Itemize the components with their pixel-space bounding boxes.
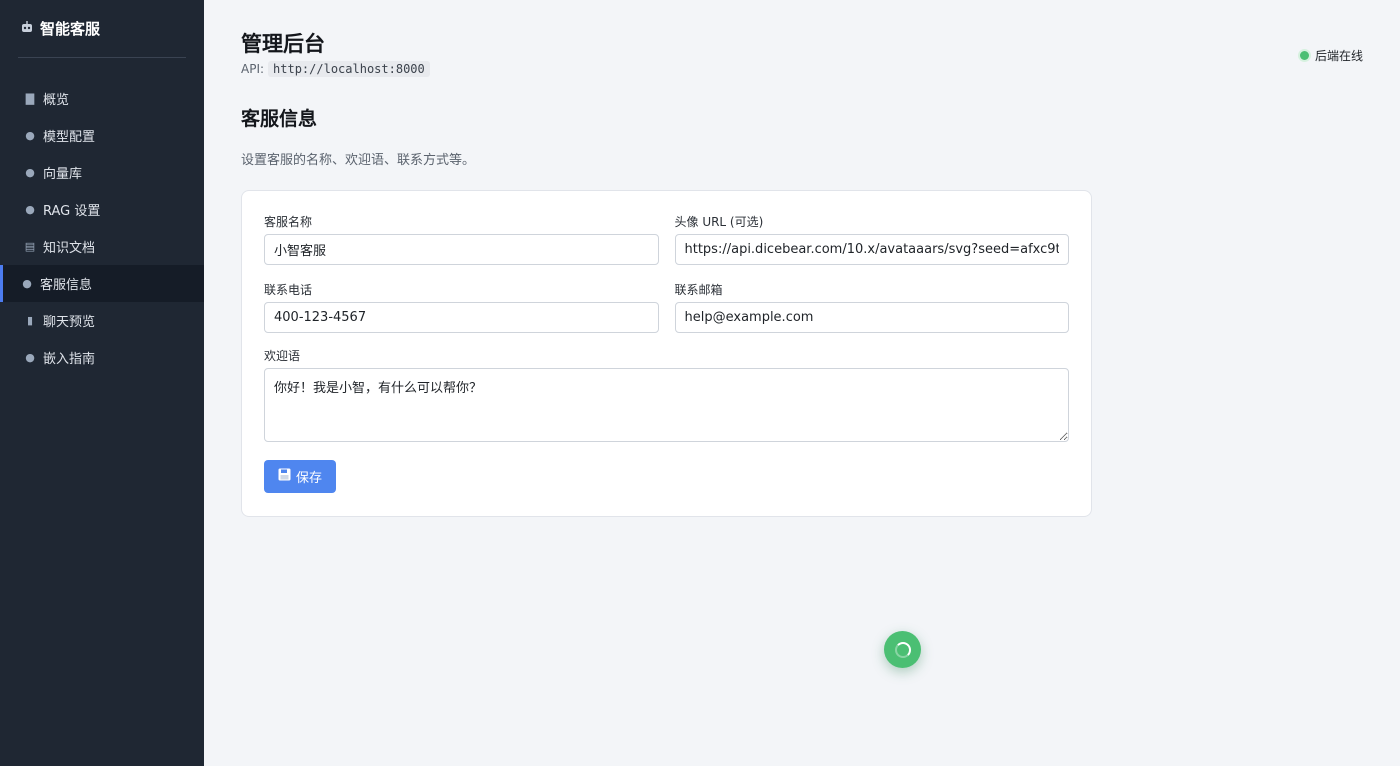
save-button-label: 保存 xyxy=(296,471,323,487)
phone-input[interactable] xyxy=(264,302,659,334)
api-label: API: xyxy=(241,62,265,77)
save-button[interactable]: 保存 xyxy=(264,460,337,494)
section-description: 设置客服的名称、欢迎语、联系方式等。 xyxy=(241,153,476,169)
api-url: http://localhost:8000 xyxy=(268,61,430,78)
avatar-url-label: 头像 URL (可选) xyxy=(674,215,764,230)
document-icon: ▤ xyxy=(24,240,36,253)
email-input[interactable] xyxy=(674,302,1069,334)
sidebar-item-4[interactable]: ▤ 知识文档 xyxy=(0,228,204,265)
sidebar-item-label: RAG 设置 xyxy=(43,204,101,219)
sidebar-item-label: 模型配置 xyxy=(43,130,96,145)
sidebar: 智能客服 ▇ 概览 ● 模型配置 ● 向量库 ● RAG 设置 ▤ 知识文档 ● 客服信息 ▮ 聊天预览 ●… xyxy=(0,0,204,766)
globe-icon: ● xyxy=(25,351,35,364)
name-input[interactable] xyxy=(264,234,659,266)
magnifier-icon: ● xyxy=(25,203,35,216)
floppy-disk-icon xyxy=(278,468,291,485)
sidebar-item-0[interactable]: ▇ 概览 xyxy=(0,80,204,117)
sidebar-item-label: 嵌入指南 xyxy=(43,352,96,367)
phone-label: 联系电话 xyxy=(264,283,313,298)
spinner-icon xyxy=(894,641,911,658)
sidebar-item-5[interactable]: ● 客服信息 xyxy=(0,265,204,302)
backend-status: 后端在线 xyxy=(1299,47,1363,64)
brand: 智能客服 xyxy=(18,0,186,58)
app-root: 智能客服 ▇ 概览 ● 模型配置 ● 向量库 ● RAG 设置 ▤ 知识文档 ● 客服信息 ▮ 聊天预览 ●… xyxy=(0,0,1400,766)
sidebar-item-label: 知识文档 xyxy=(43,241,96,256)
brand-title: 智能客服 xyxy=(40,20,101,38)
sidebar-item-label: 概览 xyxy=(43,93,70,108)
api-info: API: http://localhost:8000 xyxy=(241,61,1400,78)
sidebar-nav: ▇ 概览 ● 模型配置 ● 向量库 ● RAG 设置 ▤ 知识文档 ● 客服信息 ▮ 聊天预览 ● 嵌入指南 xyxy=(0,80,204,376)
sidebar-item-3[interactable]: ● RAG 设置 xyxy=(0,191,204,228)
sidebar-item-7[interactable]: ● 嵌入指南 xyxy=(0,339,204,376)
status-text: 后端在线 xyxy=(1314,49,1363,63)
welcome-label: 欢迎语 xyxy=(264,349,301,364)
loading-fab[interactable] xyxy=(884,631,921,668)
name-label: 客服名称 xyxy=(264,215,313,230)
welcome-textarea[interactable]: 你好！我是小智，有什么可以帮你？ xyxy=(264,368,1069,443)
sidebar-item-label: 客服信息 xyxy=(40,278,93,293)
main-content: 管理后台 API: http://localhost:8000 后端在线 客服信… xyxy=(204,0,1400,766)
email-label: 联系邮箱 xyxy=(674,283,723,298)
robot-icon: ● xyxy=(25,129,35,142)
avatar-url-input[interactable] xyxy=(674,234,1069,266)
door-icon: ▮ xyxy=(26,314,34,327)
status-dot-icon xyxy=(1299,51,1309,60)
robot-icon xyxy=(20,20,34,38)
bar-chart-icon: ▇ xyxy=(25,92,35,105)
sidebar-item-1[interactable]: ● 模型配置 xyxy=(0,117,204,154)
sidebar-item-6[interactable]: ▮ 聊天预览 xyxy=(0,302,204,339)
speech-bubble-icon: ● xyxy=(22,277,32,290)
page-title: 管理后台 xyxy=(241,32,325,56)
brain-icon: ● xyxy=(25,166,35,179)
sidebar-item-label: 向量库 xyxy=(43,167,83,182)
section-title: 客服信息 xyxy=(241,108,318,131)
sidebar-item-2[interactable]: ● 向量库 xyxy=(0,154,204,191)
agent-info-card: 客服名称 头像 URL (可选) 联系电话 联系邮箱 xyxy=(241,190,1092,518)
sidebar-item-label: 聊天预览 xyxy=(43,315,96,330)
